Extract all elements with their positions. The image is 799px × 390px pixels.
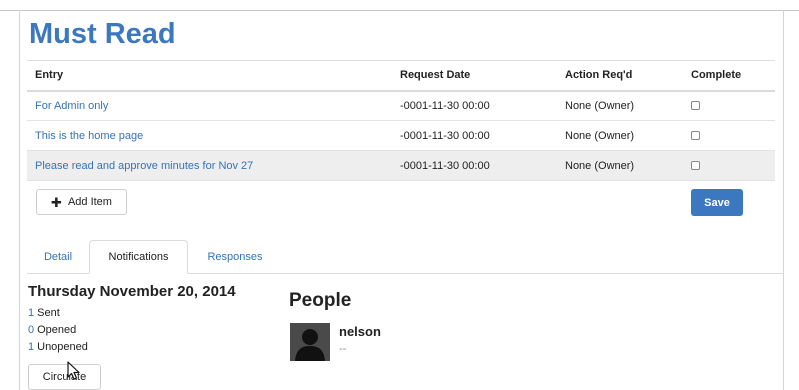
action-cell: None (Owner) xyxy=(557,120,683,151)
header-request-date: Request Date xyxy=(392,60,557,92)
plus-icon: ✚ xyxy=(51,194,62,210)
entry-link[interactable]: Please read and approve minutes for Nov … xyxy=(35,160,253,172)
request-date-cell: -0001-11-30 00:00 xyxy=(392,150,557,181)
opened-stat: 0 Opened xyxy=(28,324,76,336)
person-detail: -- xyxy=(339,343,347,355)
request-date-cell: -0001-11-30 00:00 xyxy=(392,120,557,151)
unopened-stat: 1 Unopened xyxy=(28,341,88,353)
sent-count[interactable]: 1 xyxy=(28,307,34,319)
complete-checkbox[interactable] xyxy=(691,161,700,171)
table-row: This is the home page -0001-11-30 00:00 … xyxy=(27,120,775,151)
opened-count[interactable]: 0 xyxy=(28,324,34,336)
unopened-label: Unopened xyxy=(37,341,88,353)
action-cell: None (Owner) xyxy=(557,150,683,181)
avatar xyxy=(290,323,330,361)
table-header-row: Entry Request Date Action Req'd Complete xyxy=(27,60,775,92)
mouse-cursor-icon xyxy=(67,361,80,380)
must-read-table: Entry Request Date Action Req'd Complete… xyxy=(27,60,775,181)
complete-checkbox[interactable] xyxy=(691,131,700,141)
notification-date: Thursday November 20, 2014 xyxy=(28,283,236,300)
action-cell: None (Owner) xyxy=(557,90,683,121)
opened-label: Opened xyxy=(37,324,77,336)
window-top-border xyxy=(0,10,799,11)
entry-cell: For Admin only xyxy=(27,90,392,121)
complete-cell xyxy=(683,90,775,121)
tab-responses[interactable]: Responses xyxy=(192,240,278,274)
header-action-reqd: Action Req'd xyxy=(557,60,683,92)
user-silhouette-icon xyxy=(290,323,330,361)
entry-link[interactable]: This is the home page xyxy=(35,130,143,142)
save-button[interactable]: Save xyxy=(691,189,743,216)
entry-cell: This is the home page xyxy=(27,120,392,151)
complete-cell xyxy=(683,120,775,151)
header-entry: Entry xyxy=(27,60,392,92)
people-heading: People xyxy=(289,290,352,311)
panel-right-border xyxy=(783,10,784,390)
complete-cell xyxy=(683,150,775,181)
sent-label: Sent xyxy=(37,307,60,319)
circulate-button[interactable]: Circulate xyxy=(28,364,101,390)
person-name[interactable]: nelson xyxy=(339,324,381,339)
unopened-count[interactable]: 1 xyxy=(28,341,34,353)
sent-stat: 1 Sent xyxy=(28,307,60,319)
panel-left-border xyxy=(19,10,20,390)
entry-link[interactable]: For Admin only xyxy=(35,100,108,112)
tab-notifications[interactable]: Notifications xyxy=(89,240,188,274)
header-complete: Complete xyxy=(683,60,775,92)
add-item-button[interactable]: ✚ Add Item xyxy=(36,189,127,215)
tab-detail[interactable]: Detail xyxy=(29,240,87,274)
entry-cell: Please read and approve minutes for Nov … xyxy=(27,150,392,181)
table-row: Please read and approve minutes for Nov … xyxy=(27,150,775,181)
complete-checkbox[interactable] xyxy=(691,101,700,111)
add-item-label: Add Item xyxy=(67,196,112,208)
request-date-cell: -0001-11-30 00:00 xyxy=(392,90,557,121)
page-title: Must Read xyxy=(29,18,176,50)
table-row: For Admin only -0001-11-30 00:00 None (O… xyxy=(27,90,775,121)
